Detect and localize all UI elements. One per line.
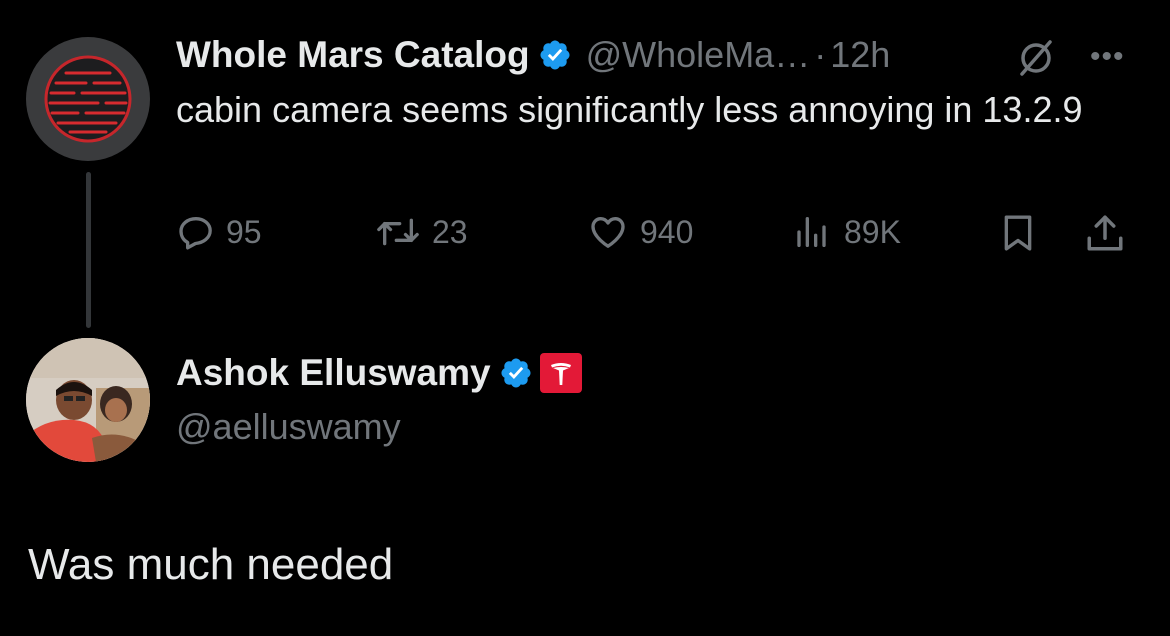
reply-icon xyxy=(179,217,212,250)
bookmark-icon xyxy=(1004,215,1032,251)
reply-button[interactable]: 95 xyxy=(176,212,262,252)
author-name[interactable]: Whole Mars Catalog xyxy=(176,34,530,76)
tweet-header: Whole Mars Catalog @WholeMa… · 12h xyxy=(176,32,890,78)
reply-author-handle[interactable]: @aelluswamy xyxy=(176,406,401,448)
repost-count: 23 xyxy=(432,213,468,250)
separator-dot: · xyxy=(814,34,827,75)
tesla-logo-icon[interactable] xyxy=(539,352,583,394)
share-icon xyxy=(1087,215,1123,251)
reply-text: Was much needed xyxy=(28,540,394,589)
more-options-icon[interactable]: ••• xyxy=(1090,40,1125,74)
bookmark-button[interactable] xyxy=(998,212,1048,254)
tweet-actions-bar: 95 23 940 89K xyxy=(176,212,1146,264)
verified-badge-icon xyxy=(499,356,533,390)
avatar-ashok-elluswamy[interactable] xyxy=(26,338,150,462)
author-handle[interactable]: @WholeMa… xyxy=(586,34,811,76)
reply-count: 95 xyxy=(226,213,262,250)
profile-photo-icon xyxy=(26,338,150,462)
verified-badge-icon xyxy=(538,38,572,72)
reply-author-name[interactable]: Ashok Elluswamy xyxy=(176,352,491,394)
view-count: 89K xyxy=(844,213,901,250)
repost-icon xyxy=(377,218,419,246)
share-button[interactable] xyxy=(1084,212,1136,254)
avatar-whole-mars-catalog[interactable] xyxy=(26,37,150,161)
analytics-icon xyxy=(797,217,826,247)
heart-icon xyxy=(591,217,625,248)
repost-button[interactable]: 23 xyxy=(374,212,468,252)
views-button[interactable]: 89K xyxy=(794,212,901,252)
tweet-timestamp[interactable]: 12h xyxy=(830,34,890,76)
thread-connector-line xyxy=(86,172,91,328)
grok-icon[interactable] xyxy=(1016,38,1056,83)
reply-header: Ashok Elluswamy xyxy=(176,352,583,394)
like-button[interactable]: 940 xyxy=(586,212,693,252)
mars-planet-icon xyxy=(44,55,132,143)
tweet-text: cabin camera seems significantly less an… xyxy=(176,89,1083,130)
like-count: 940 xyxy=(640,213,694,250)
